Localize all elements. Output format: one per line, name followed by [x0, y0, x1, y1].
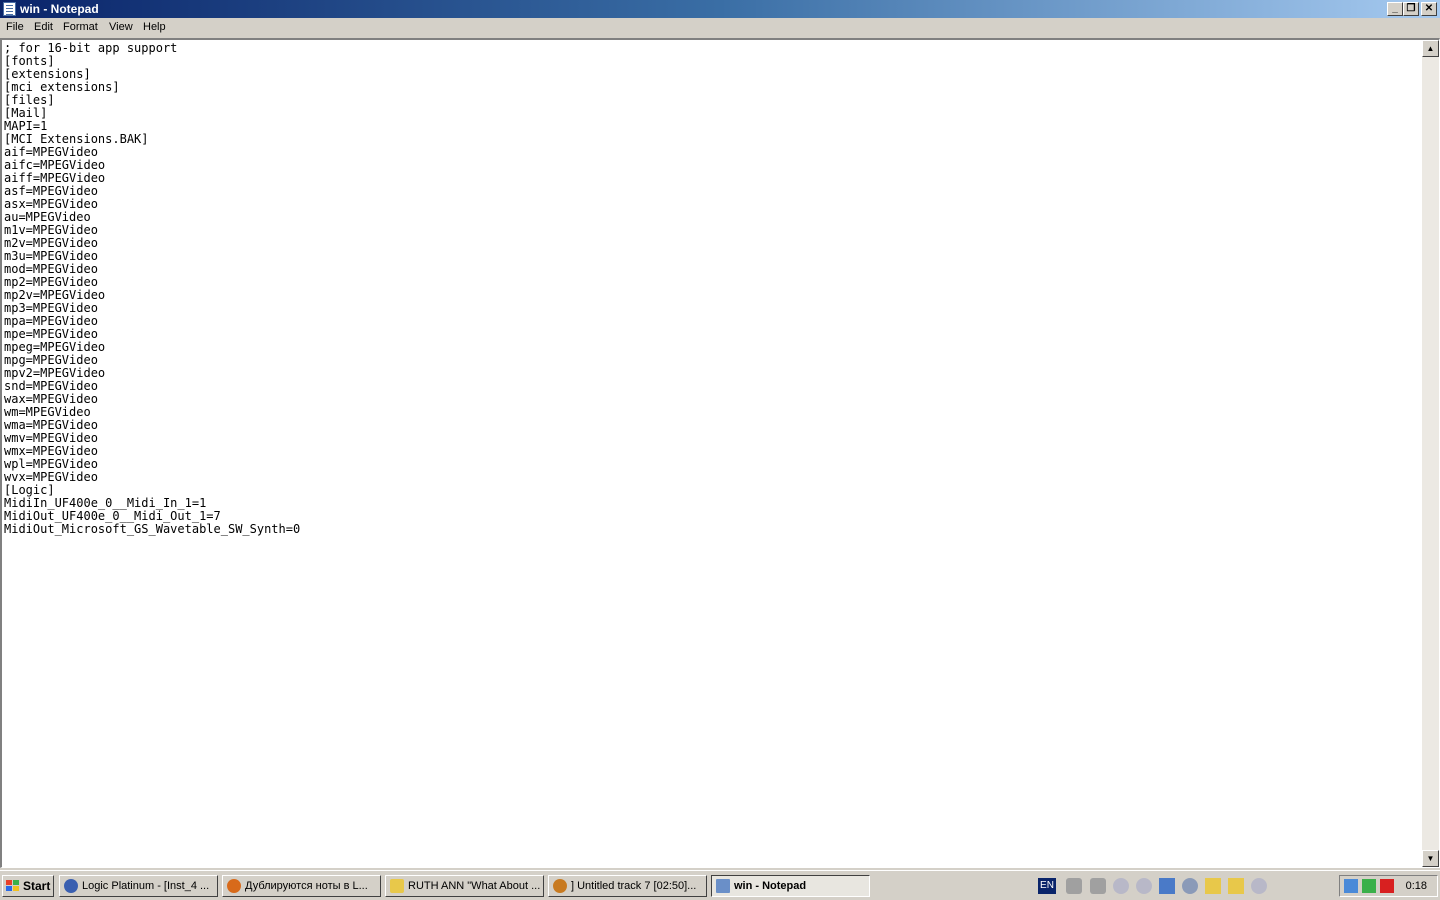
- text-line[interactable]: mp2=MPEGVideo: [4, 276, 1421, 289]
- menu-bar: File Edit Format View Help: [0, 18, 1440, 38]
- tray-shield-icon[interactable]: [1362, 879, 1376, 893]
- text-line[interactable]: [files]: [4, 94, 1421, 107]
- edit-icon[interactable]: [1159, 878, 1175, 894]
- cd-drive-icon[interactable]: [1113, 878, 1129, 894]
- notepad-icon: [3, 2, 16, 16]
- text-line[interactable]: wvx=MPEGVideo: [4, 471, 1421, 484]
- menu-edit[interactable]: Edit: [34, 21, 53, 33]
- windows-flag-icon: [6, 880, 20, 892]
- task-firefox[interactable]: Дублируются ноты в L...: [222, 875, 381, 897]
- text-editor[interactable]: ; for 16-bit app support [fonts] [extensio…: [0, 38, 1440, 868]
- text-line[interactable]: ; for 16-bit app support: [4, 42, 1421, 55]
- taskbar: Start Logic Platinum - [Inst_4 ... Дубли…: [0, 870, 1440, 900]
- text-line[interactable]: wma=MPEGVideo: [4, 419, 1421, 432]
- folder-icon: [390, 879, 404, 893]
- text-line[interactable]: wmv=MPEGVideo: [4, 432, 1421, 445]
- start-button[interactable]: Start: [2, 875, 54, 897]
- task-notepad[interactable]: win - Notepad: [711, 875, 870, 897]
- text-line[interactable]: wmx=MPEGVideo: [4, 445, 1421, 458]
- restore-button[interactable]: ❐: [1403, 2, 1419, 16]
- text-line[interactable]: MAPI=1: [4, 120, 1421, 133]
- task-folder[interactable]: RUTH ANN "What About ...: [385, 875, 544, 897]
- tray-network-icon[interactable]: [1344, 879, 1358, 893]
- text-line[interactable]: [Mail]: [4, 107, 1421, 120]
- text-line[interactable]: aif=MPEGVideo: [4, 146, 1421, 159]
- drive-icon[interactable]: [1066, 878, 1082, 894]
- clock[interactable]: 0:18: [1406, 880, 1427, 892]
- menu-view[interactable]: View: [109, 21, 133, 33]
- notepad-icon: [716, 879, 730, 893]
- text-line[interactable]: snd=MPEGVideo: [4, 380, 1421, 393]
- text-line[interactable]: m3u=MPEGVideo: [4, 250, 1421, 263]
- menu-format[interactable]: Format: [63, 21, 98, 33]
- text-line[interactable]: m2v=MPEGVideo: [4, 237, 1421, 250]
- menu-help[interactable]: Help: [143, 21, 166, 33]
- minimize-button[interactable]: _: [1387, 2, 1403, 16]
- task-label: Logic Platinum - [Inst_4 ...: [82, 880, 210, 892]
- window-title: win - Notepad: [20, 2, 99, 16]
- start-label: Start: [23, 879, 51, 893]
- text-line[interactable]: mpa=MPEGVideo: [4, 315, 1421, 328]
- title-bar[interactable]: win - Notepad _ ❐ ✕: [0, 0, 1440, 18]
- text-line[interactable]: mpeg=MPEGVideo: [4, 341, 1421, 354]
- scroll-up-icon[interactable]: ▲: [1422, 40, 1439, 57]
- winamp-icon: [553, 879, 567, 893]
- drive-icon[interactable]: [1090, 878, 1106, 894]
- text-line[interactable]: asx=MPEGVideo: [4, 198, 1421, 211]
- network-icon[interactable]: [1182, 878, 1198, 894]
- task-label: win - Notepad: [734, 880, 807, 892]
- logic-icon: [64, 879, 78, 893]
- menu-file[interactable]: File: [6, 21, 24, 33]
- scroll-down-icon[interactable]: ▼: [1422, 850, 1439, 867]
- text-line[interactable]: mp2v=MPEGVideo: [4, 289, 1421, 302]
- text-line[interactable]: [MCI Extensions.BAK]: [4, 133, 1421, 146]
- text-line[interactable]: wpl=MPEGVideo: [4, 458, 1421, 471]
- task-label: RUTH ANN "What About ...: [408, 880, 541, 892]
- language-indicator[interactable]: EN: [1038, 878, 1056, 894]
- text-line[interactable]: mpg=MPEGVideo: [4, 354, 1421, 367]
- folder-icon[interactable]: [1228, 878, 1244, 894]
- cd-drive-icon[interactable]: [1136, 878, 1152, 894]
- task-logic-platinum[interactable]: Logic Platinum - [Inst_4 ...: [59, 875, 218, 897]
- text-line[interactable]: [fonts]: [4, 55, 1421, 68]
- text-line[interactable]: asf=MPEGVideo: [4, 185, 1421, 198]
- text-line[interactable]: mod=MPEGVideo: [4, 263, 1421, 276]
- cd-drive-icon[interactable]: [1251, 878, 1267, 894]
- text-line[interactable]: m1v=MPEGVideo: [4, 224, 1421, 237]
- system-tray: 0:18: [1339, 875, 1438, 897]
- folder-icon[interactable]: [1205, 878, 1221, 894]
- text-line[interactable]: wax=MPEGVideo: [4, 393, 1421, 406]
- text-line[interactable]: mpv2=MPEGVideo: [4, 367, 1421, 380]
- text-line[interactable]: wm=MPEGVideo: [4, 406, 1421, 419]
- text-line[interactable]: MidiOut_Microsoft_GS_Wavetable_SW_Synth=…: [4, 523, 1421, 536]
- text-line[interactable]: aiff=MPEGVideo: [4, 172, 1421, 185]
- editor-text-area[interactable]: ; for 16-bit app support [fonts] [extensio…: [3, 41, 1421, 867]
- task-winamp[interactable]: ] Untitled track 7 [02:50]...: [548, 875, 707, 897]
- close-button[interactable]: ✕: [1421, 2, 1437, 16]
- text-line[interactable]: mp3=MPEGVideo: [4, 302, 1421, 315]
- task-label: ] Untitled track 7 [02:50]...: [571, 880, 697, 892]
- firefox-icon: [227, 879, 241, 893]
- vertical-scrollbar[interactable]: ▲ ▼: [1422, 40, 1439, 867]
- text-line[interactable]: [mci extensions]: [4, 81, 1421, 94]
- text-line[interactable]: aifc=MPEGVideo: [4, 159, 1421, 172]
- task-label: Дублируются ноты в L...: [245, 880, 368, 892]
- text-line[interactable]: au=MPEGVideo: [4, 211, 1421, 224]
- text-line[interactable]: [Logic]: [4, 484, 1421, 497]
- notepad-window: win - Notepad _ ❐ ✕ File Edit Format Vie…: [0, 0, 1440, 870]
- tray-app-icon[interactable]: [1380, 879, 1394, 893]
- text-line[interactable]: mpe=MPEGVideo: [4, 328, 1421, 341]
- text-line[interactable]: [extensions]: [4, 68, 1421, 81]
